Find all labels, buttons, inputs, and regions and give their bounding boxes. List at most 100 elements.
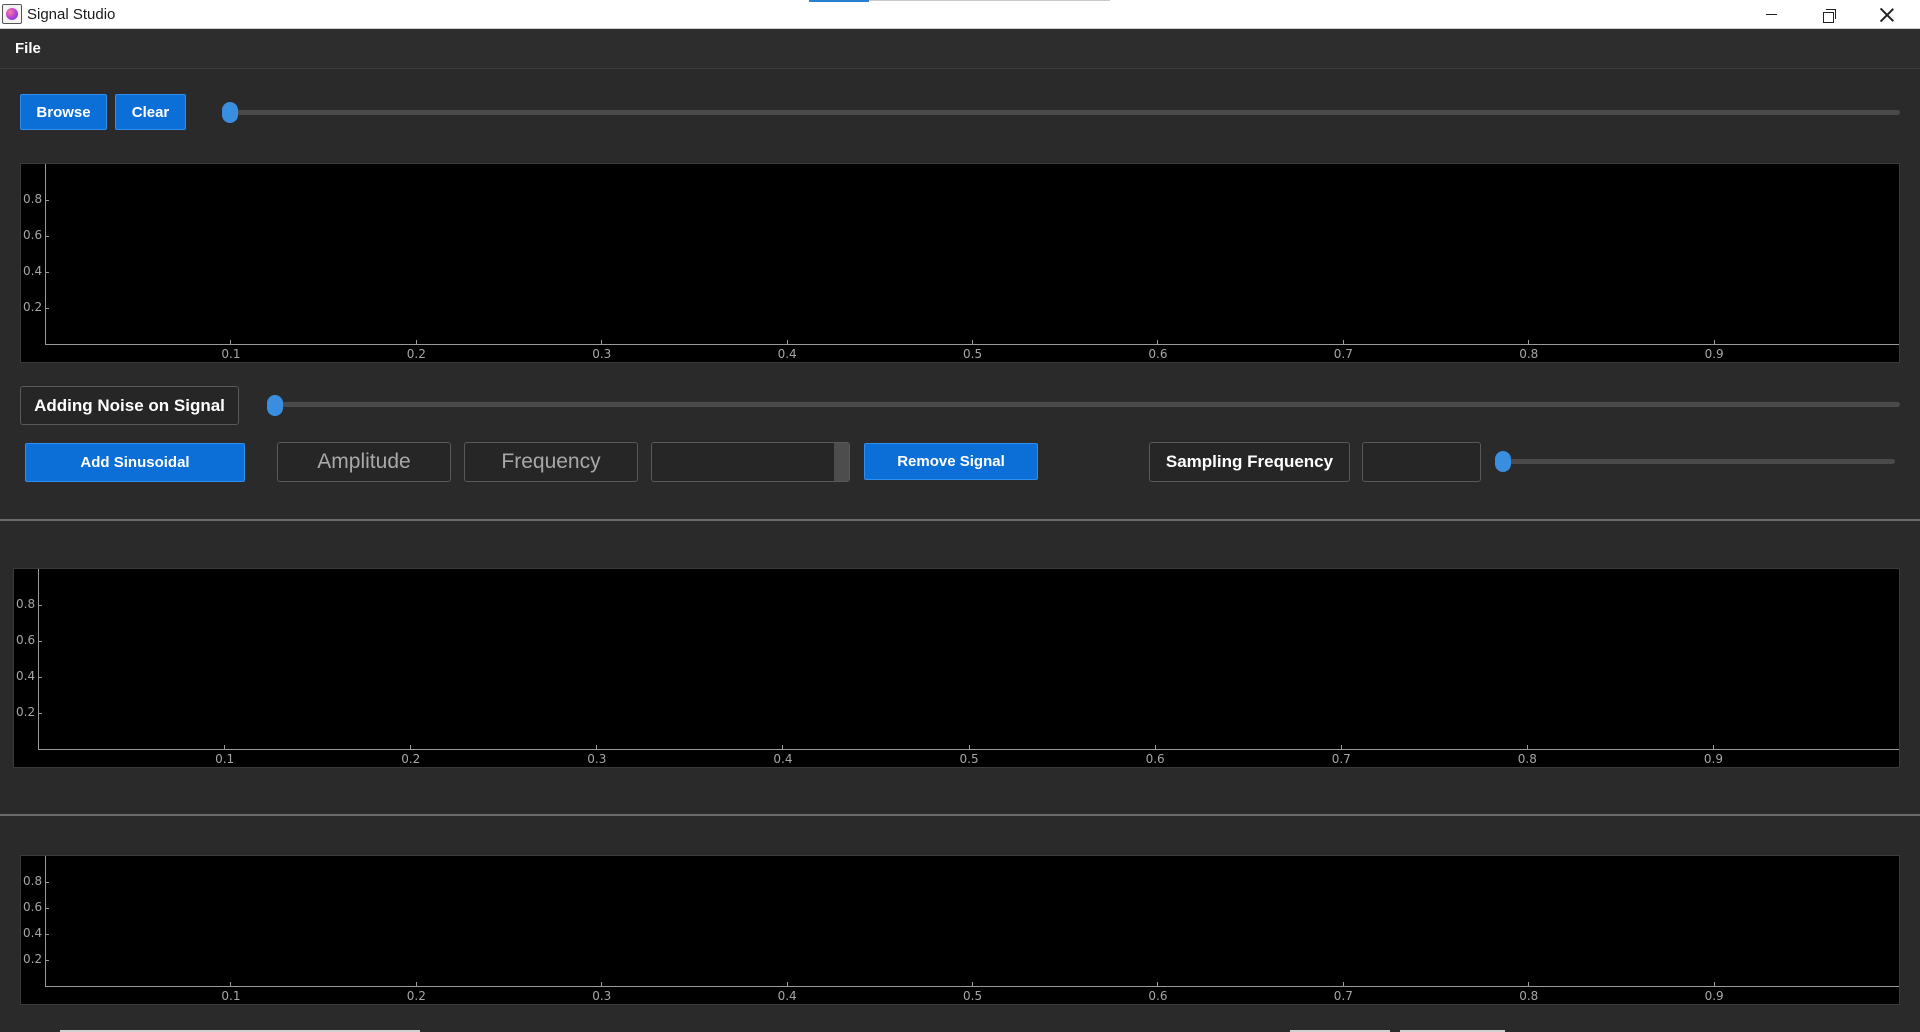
x-tick-mark	[782, 745, 784, 749]
x-tick-mark	[230, 982, 232, 986]
x-tick-label: 0.8	[1517, 752, 1537, 766]
amplitude-input[interactable]: Amplitude	[277, 442, 451, 482]
menu-bar: File	[0, 29, 1920, 69]
y-tick-label: 0.8	[23, 874, 43, 888]
x-tick-mark	[786, 340, 788, 344]
x-tick-label: 0.3	[592, 989, 612, 1003]
noise-slider-handle[interactable]	[267, 395, 283, 416]
x-tick-mark	[601, 982, 603, 986]
y-tick-mark	[38, 713, 42, 714]
y-tick-label: 0.4	[23, 264, 43, 278]
reconstructed-signal-plot[interactable]: 0.1 0.2 0.3 0.4 0.5 0.6 0.7 0.8 0.9 0.8 0.6 0.4 0.2	[13, 568, 1900, 768]
y-tick-mark	[45, 272, 49, 273]
y-tick-label: 0.4	[23, 926, 43, 940]
sampling-slider-track[interactable]	[1500, 459, 1895, 464]
x-tick-mark	[1154, 745, 1156, 749]
x-tick-mark	[1712, 745, 1714, 749]
section-divider	[0, 519, 1920, 521]
y-tick-label: 0.4	[16, 669, 36, 683]
y-tick-label: 0.6	[23, 900, 43, 914]
x-tick-label: 0.2	[406, 989, 426, 1003]
x-tick-mark	[415, 340, 417, 344]
x-tick-label: 0.1	[221, 347, 241, 361]
section-divider	[0, 814, 1920, 816]
x-tick-label: 0.6	[1145, 752, 1165, 766]
x-tick-mark	[972, 982, 973, 986]
x-tick-mark	[1340, 745, 1342, 749]
x-tick-mark	[1528, 982, 1530, 986]
sampling-slider-handle[interactable]	[1495, 451, 1511, 472]
x-tick-mark	[1342, 340, 1344, 344]
y-tick-mark	[38, 641, 42, 642]
x-tick-mark	[1713, 340, 1715, 344]
x-tick-mark	[410, 745, 412, 749]
signal-slider-track[interactable]	[222, 110, 1900, 115]
x-tick-label: 0.1	[215, 752, 235, 766]
y-tick-mark	[45, 236, 49, 237]
browse-button[interactable]: Browse	[20, 94, 107, 130]
x-tick-mark	[968, 745, 970, 749]
noise-slider-track[interactable]	[267, 402, 1900, 407]
y-tick-mark	[45, 934, 49, 935]
y-tick-mark	[45, 308, 49, 309]
y-axis	[45, 164, 46, 344]
x-tick-mark	[1342, 982, 1344, 986]
x-tick-label: 0.9	[1704, 347, 1724, 361]
y-tick-mark	[45, 960, 49, 961]
x-tick-mark	[1528, 340, 1530, 344]
close-icon	[1880, 8, 1894, 22]
y-tick-label: 0.8	[23, 192, 43, 206]
add-sinusoidal-button[interactable]: Add Sinusoidal	[25, 443, 245, 482]
x-tick-label: 0.4	[773, 752, 793, 766]
y-tick-mark	[45, 882, 49, 883]
y-axis	[45, 856, 46, 986]
x-tick-mark	[1157, 982, 1159, 986]
x-tick-label: 0.9	[1703, 752, 1723, 766]
sampling-frequency-label: Sampling Frequency	[1149, 442, 1350, 482]
title-bar: Signal Studio	[0, 0, 1920, 29]
x-tick-mark	[601, 340, 603, 344]
x-tick-label: 0.5	[963, 347, 983, 361]
x-tick-label: 0.3	[592, 347, 612, 361]
sampling-frequency-input[interactable]	[1362, 442, 1481, 482]
x-tick-label: 0.8	[1519, 347, 1539, 361]
x-tick-label: 0.9	[1704, 989, 1724, 1003]
x-tick-label: 0.4	[777, 347, 797, 361]
original-signal-plot[interactable]: 0.1 0.2 0.3 0.4 0.5 0.6 0.7 0.8 0.9 0.8 0.6 0.4 0.2	[20, 163, 1900, 363]
x-tick-mark	[972, 340, 973, 344]
x-tick-label: 0.5	[959, 752, 979, 766]
x-tick-mark	[415, 982, 417, 986]
x-tick-label: 0.1	[221, 989, 241, 1003]
y-tick-mark	[45, 200, 49, 201]
menu-file[interactable]: File	[15, 40, 41, 57]
y-tick-mark	[45, 908, 49, 909]
x-tick-label: 0.7	[1333, 989, 1353, 1003]
remove-signal-button[interactable]: Remove Signal	[864, 443, 1038, 480]
x-tick-label: 0.4	[777, 989, 797, 1003]
x-axis	[38, 749, 1899, 750]
minimize-icon	[1765, 14, 1777, 15]
x-axis	[45, 344, 1899, 345]
restore-icon	[1823, 8, 1836, 23]
difference-signal-plot[interactable]: 0.1 0.2 0.3 0.4 0.5 0.6 0.7 0.8 0.9 0.8 0.6 0.4 0.2	[20, 855, 1900, 1005]
title-accent-line	[869, 0, 1110, 1]
minimize-button[interactable]	[1742, 0, 1800, 29]
x-tick-label: 0.6	[1148, 347, 1168, 361]
x-tick-label: 0.2	[406, 347, 426, 361]
y-axis	[38, 569, 39, 749]
x-tick-mark	[1713, 982, 1715, 986]
y-tick-label: 0.6	[23, 228, 43, 242]
title-accent	[809, 0, 869, 2]
x-tick-mark	[1157, 340, 1159, 344]
signal-select-scrollbar[interactable]	[834, 443, 849, 481]
x-tick-label: 0.7	[1331, 752, 1351, 766]
signal-studio-logo-icon	[2, 4, 22, 24]
x-tick-label: 0.8	[1519, 989, 1539, 1003]
signal-select[interactable]	[651, 442, 850, 482]
restore-button[interactable]	[1800, 0, 1858, 29]
frequency-input[interactable]: Frequency	[464, 442, 638, 482]
signal-slider-handle[interactable]	[222, 102, 238, 123]
close-button[interactable]	[1858, 0, 1916, 29]
clear-button[interactable]: Clear	[115, 94, 186, 130]
noise-label: Adding Noise on Signal	[20, 386, 239, 425]
